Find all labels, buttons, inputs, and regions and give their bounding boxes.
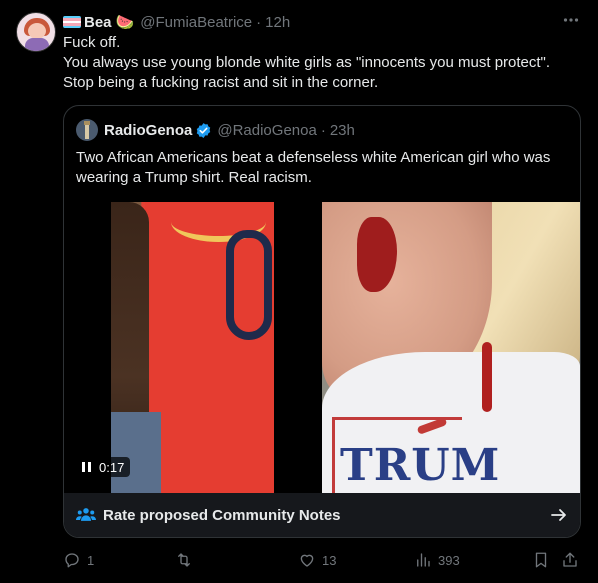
bookmark-icon	[535, 552, 547, 568]
reply-button[interactable]: 1	[63, 549, 94, 571]
heart-icon	[300, 554, 314, 567]
tweet-header: Bea 🍉 @FumiaBeatrice · 12h	[63, 12, 290, 32]
share-button[interactable]	[561, 549, 585, 571]
shirt-print-text: TRUM	[340, 440, 501, 491]
quoted-tweet-time[interactable]: 23h	[330, 122, 355, 139]
people-icon	[76, 508, 96, 521]
action-bar: 1 13 393	[63, 549, 583, 571]
tweet-time[interactable]: 12h	[265, 14, 290, 31]
author-name[interactable]: Bea	[84, 14, 112, 31]
avatar[interactable]	[16, 12, 56, 52]
tweet-text-line: Stop being a fucking racist and sit in t…	[63, 74, 379, 91]
quoted-author-handle[interactable]: @RadioGenoa	[217, 122, 316, 139]
tweet[interactable]: Bea 🍉 @FumiaBeatrice · 12h Fuck off. You…	[0, 0, 598, 583]
like-button[interactable]: 13	[298, 549, 336, 571]
video-duration-badge[interactable]: 0:17	[76, 457, 131, 477]
retweet-button[interactable]	[175, 549, 199, 571]
quoted-avatar[interactable]	[76, 119, 98, 141]
like-count: 13	[322, 552, 337, 568]
bookmark-button[interactable]	[532, 549, 556, 571]
transgender-flag-icon	[63, 16, 81, 28]
quoted-tweet[interactable]: RadioGenoa @RadioGenoa · 23h Two African…	[63, 105, 581, 538]
more-options-icon[interactable]	[561, 11, 581, 31]
quoted-tweet-header: RadioGenoa @RadioGenoa · 23h	[76, 119, 355, 141]
pause-icon[interactable]	[82, 462, 91, 472]
retweet-icon	[178, 553, 190, 567]
author-handle[interactable]: @FumiaBeatrice	[140, 14, 252, 31]
video-player[interactable]: TRUM 0:17	[64, 202, 580, 493]
views-button[interactable]: 393	[414, 549, 460, 571]
tweet-text-line: Fuck off.	[63, 34, 121, 51]
view-count: 393	[438, 552, 460, 568]
tweet-text: Fuck off. You always use young blonde wh…	[63, 33, 583, 93]
quoted-tweet-text: Two African Americans beat a defenseless…	[76, 149, 551, 186]
video-frame-left	[111, 202, 274, 493]
separator-dot: ·	[320, 121, 326, 139]
video-duration: 0:17	[99, 459, 125, 475]
video-frame-right: TRUM	[322, 202, 580, 493]
tweet-text-line: You always use young blonde white girls …	[63, 54, 551, 71]
share-icon	[563, 552, 577, 567]
verified-badge-icon	[197, 122, 211, 138]
reply-icon	[65, 553, 79, 568]
quoted-author-name[interactable]: RadioGenoa	[104, 122, 192, 139]
views-chart-icon	[417, 553, 430, 567]
community-notes-bar[interactable]: Rate proposed Community Notes	[64, 493, 580, 537]
reply-count: 1	[87, 552, 95, 568]
separator-dot: ·	[256, 13, 262, 31]
watermelon-emoji: 🍉	[115, 14, 135, 31]
community-notes-label: Rate proposed Community Notes	[103, 506, 341, 524]
arrow-right-icon[interactable]	[550, 506, 568, 524]
